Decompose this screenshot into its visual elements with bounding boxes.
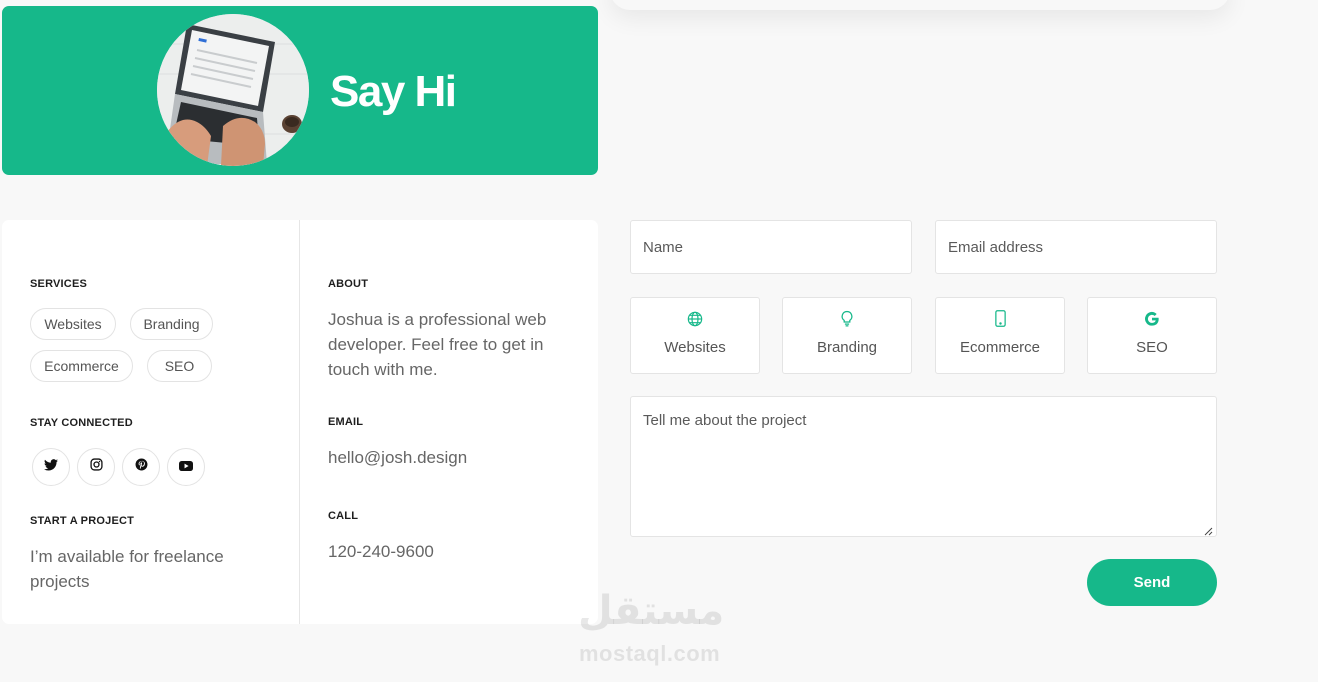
- hero-title: Say Hi: [330, 67, 457, 116]
- instagram-link[interactable]: [77, 448, 115, 486]
- twitter-icon: [44, 458, 58, 476]
- service-tag-ecommerce[interactable]: Ecommerce: [30, 350, 133, 382]
- google-icon: [1144, 311, 1160, 332]
- watermark-latin: mostaql.com: [579, 641, 721, 666]
- pinterest-icon: [135, 458, 148, 476]
- service-option-ecommerce[interactable]: Ecommerce: [935, 297, 1065, 374]
- youtube-icon: [179, 458, 193, 476]
- youtube-link[interactable]: [167, 448, 205, 486]
- mobile-phone-icon: [994, 310, 1006, 332]
- watermark-arabic: مستقل: [578, 588, 725, 634]
- project-message-textarea[interactable]: [630, 396, 1217, 537]
- service-option-label: Websites: [664, 339, 726, 356]
- about-text: Joshua is a professional web developer. …: [328, 310, 547, 379]
- service-option-branding[interactable]: Branding: [782, 297, 912, 374]
- email-link[interactable]: hello@josh.design: [328, 445, 467, 470]
- resize-grip-icon[interactable]: [1203, 523, 1213, 536]
- header-shadow: [610, 0, 1230, 10]
- email-input[interactable]: [935, 220, 1217, 274]
- call-heading: CALL: [328, 510, 359, 522]
- column-divider: [299, 220, 300, 624]
- twitter-link[interactable]: [32, 448, 70, 486]
- send-button[interactable]: Send: [1087, 559, 1217, 606]
- phone-number[interactable]: 120-240-9600: [328, 539, 434, 564]
- lightbulb-icon: [840, 310, 854, 332]
- say-hi-banner: Say Hi: [2, 6, 598, 175]
- service-option-label: SEO: [1136, 339, 1168, 356]
- about-heading: ABOUT: [328, 278, 369, 290]
- service-option-websites[interactable]: Websites: [630, 297, 760, 374]
- avatar-laptop-photo: [157, 14, 309, 166]
- service-tag-websites[interactable]: Websites: [30, 308, 116, 340]
- service-tag-branding[interactable]: Branding: [130, 308, 213, 340]
- instagram-icon: [89, 458, 103, 476]
- info-card: SERVICES Websites Branding Ecommerce SEO…: [2, 220, 598, 624]
- services-heading: SERVICES: [30, 278, 88, 290]
- start-project-text: I’m available for freelance projects: [30, 547, 224, 591]
- service-option-label: Ecommerce: [959, 339, 1041, 356]
- name-input[interactable]: [630, 220, 912, 274]
- globe-icon: [687, 311, 703, 332]
- service-tag-seo[interactable]: SEO: [147, 350, 212, 382]
- pinterest-link[interactable]: [122, 448, 160, 486]
- start-project-heading: START A PROJECT: [30, 515, 135, 527]
- service-option-seo[interactable]: SEO: [1087, 297, 1217, 374]
- service-option-label: Branding: [816, 339, 878, 356]
- email-heading: EMAIL: [328, 416, 364, 428]
- stay-connected-heading: STAY CONNECTED: [30, 417, 133, 429]
